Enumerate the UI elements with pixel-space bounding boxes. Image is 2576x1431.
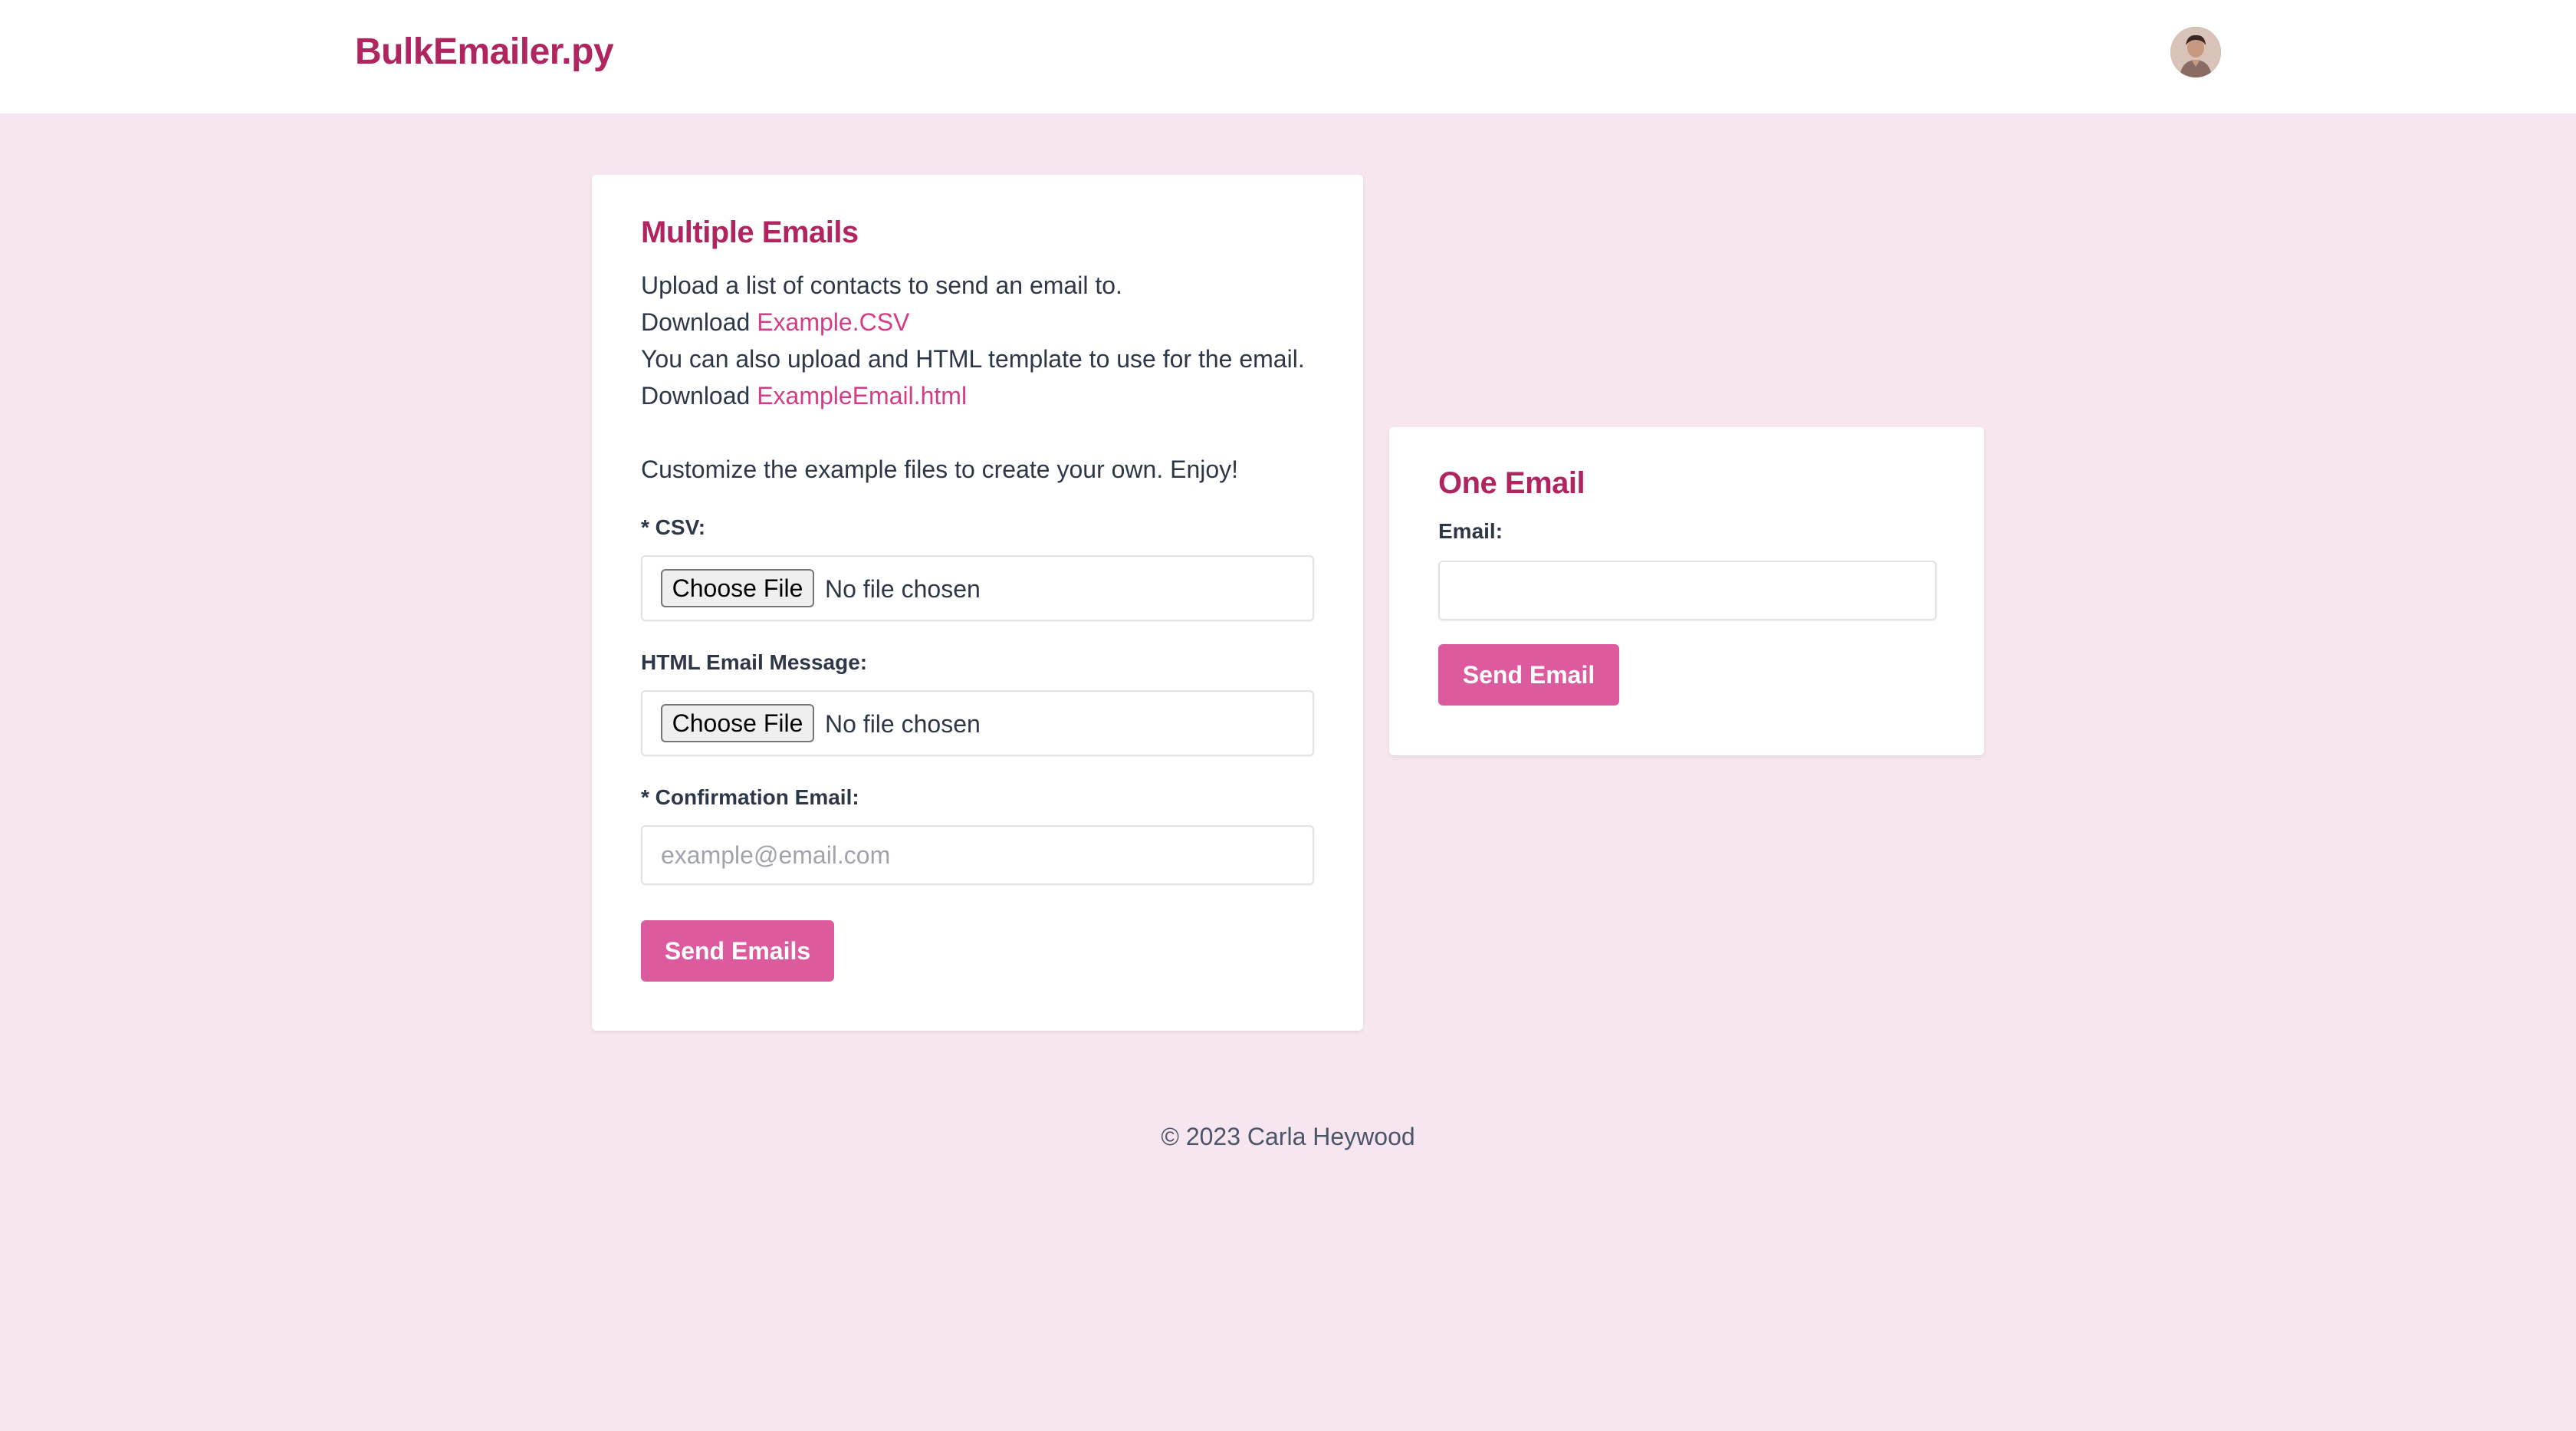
multiple-emails-card: Multiple Emails Upload a list of contact…	[592, 175, 1363, 1031]
send-email-button[interactable]: Send Email	[1438, 644, 1619, 706]
download-html-prefix: Download	[641, 382, 757, 410]
example-email-html-link[interactable]: ExampleEmail.html	[757, 382, 967, 410]
one-email-title: One Email	[1438, 466, 1585, 500]
confirmation-email-label: * Confirmation Email:	[641, 785, 859, 809]
csv-file-input[interactable]: Choose File No file chosen	[641, 555, 1314, 621]
intro-line-upload: Upload a list of contacts to send an ema…	[641, 271, 1122, 299]
download-csv-prefix: Download	[641, 308, 757, 336]
confirmation-email-input[interactable]	[641, 825, 1314, 885]
multiple-emails-title: Multiple Emails	[641, 215, 859, 249]
intro-line-template: You can also upload and HTML template to…	[641, 345, 1305, 373]
top-navbar: BulkEmailer.py	[0, 0, 2576, 113]
html-email-label: HTML Email Message:	[641, 650, 868, 674]
single-email-input[interactable]	[1438, 561, 1937, 620]
download-csv-line: Download Example.CSV	[641, 304, 909, 340]
download-html-line: Download ExampleEmail.html	[641, 377, 967, 414]
brand-logo-text[interactable]: BulkEmailer.py	[355, 28, 614, 77]
html-email-file-input[interactable]: Choose File No file chosen	[641, 690, 1314, 756]
example-csv-link[interactable]: Example.CSV	[757, 308, 909, 336]
send-emails-button[interactable]: Send Emails	[641, 920, 834, 982]
user-avatar-icon[interactable]	[2170, 27, 2221, 77]
footer-copyright: © 2023 Carla Heywood	[1161, 1123, 1415, 1150]
csv-choose-file-button[interactable]: Choose File	[661, 569, 814, 607]
avatar-portrait-icon	[2170, 27, 2221, 77]
csv-label: * CSV:	[641, 515, 706, 539]
email-label: Email:	[1438, 519, 1503, 543]
html-file-status: No file chosen	[825, 710, 981, 738]
one-email-card: One Email Email: Send Email	[1389, 427, 1984, 755]
html-choose-file-button[interactable]: Choose File	[661, 704, 814, 742]
csv-file-status: No file chosen	[825, 575, 981, 603]
intro-line-customize: Customize the example files to create yo…	[641, 456, 1239, 483]
